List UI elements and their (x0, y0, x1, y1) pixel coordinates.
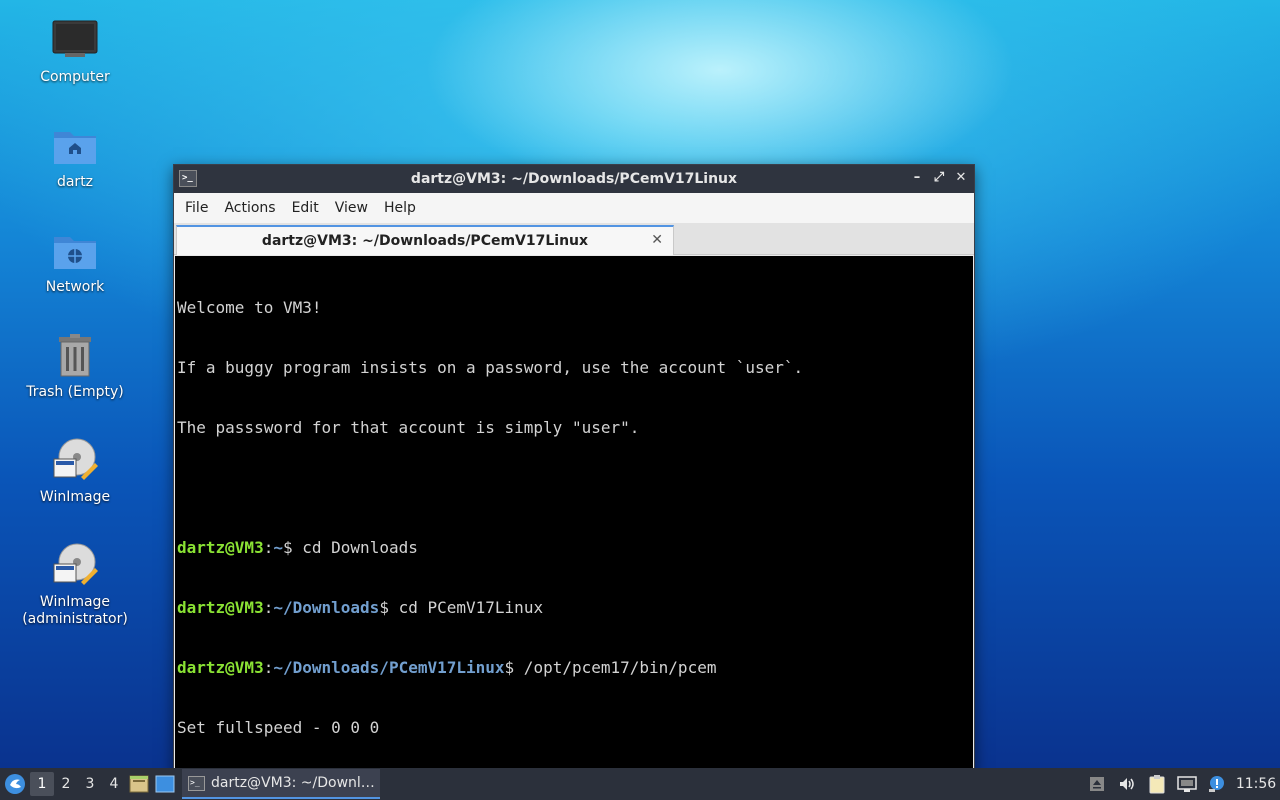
clipboard-icon (1149, 775, 1165, 794)
command-text: /opt/pcem17/bin/pcem (514, 658, 717, 677)
tray-clipboard-button[interactable] (1142, 768, 1172, 800)
clock[interactable]: 11:56 (1232, 776, 1280, 792)
trash-icon (59, 334, 91, 377)
terminal-task-icon: >_ (188, 775, 205, 791)
prompt-user: dartz@VM3 (177, 598, 264, 617)
desktop-icon-trash[interactable]: Trash (Empty) (20, 332, 130, 401)
taskbar: 1 2 3 4 >_ dartz@VM3: ~/Downl… 11:56 (0, 768, 1280, 800)
desktop-icon-label: WinImage (administrator) (22, 594, 128, 627)
file-manager-icon (129, 775, 149, 793)
command-text: cd Downloads (292, 538, 418, 557)
terminal-line: Set fullspeed - 0 0 0 (177, 718, 380, 737)
tab-bar: dartz@VM3: ~/Downloads/PCemV17Linux ✕ (174, 223, 974, 255)
workspace-2[interactable]: 2 (54, 772, 78, 796)
terminal-line: If a buggy program insists on a password… (177, 358, 804, 377)
winimage-admin-icon (53, 543, 98, 585)
prompt-dollar: $ (282, 538, 293, 557)
winimage-icon (53, 438, 98, 480)
tray-updates-button[interactable] (1202, 768, 1232, 800)
close-button[interactable]: ✕ (954, 170, 968, 186)
file-manager-launcher[interactable] (126, 770, 152, 798)
menu-view[interactable]: View (328, 200, 375, 216)
prompt-colon: : (263, 658, 274, 677)
network-folder-icon (54, 237, 96, 269)
tray-network-button[interactable] (1172, 768, 1202, 800)
command-text: cd PCemV17Linux (388, 598, 544, 617)
network-icon (1177, 776, 1197, 792)
desktop-icon-label: dartz (56, 174, 94, 190)
show-desktop-button[interactable] (152, 770, 178, 798)
terminal-tab[interactable]: dartz@VM3: ~/Downloads/PCemV17Linux ✕ (176, 225, 674, 255)
computer-icon (52, 20, 98, 57)
system-tray: 11:56 (1082, 768, 1280, 800)
desktop-icon-label: Trash (Empty) (26, 384, 124, 400)
window-titlebar[interactable]: >_ dartz@VM3: ~/Downloads/PCemV17Linux –… (174, 165, 974, 193)
menu-actions[interactable]: Actions (217, 200, 282, 216)
desktop-icon-winimage-admin[interactable]: WinImage (administrator) (20, 542, 130, 628)
prompt-dollar: $ (379, 598, 389, 617)
desktop-icon-label: Computer (40, 69, 110, 85)
menu-help[interactable]: Help (377, 200, 423, 216)
terminal-command-line: dartz@VM3:~/Downloads/PCemV17Linux$ /opt… (177, 658, 971, 678)
prompt-colon: : (263, 598, 274, 617)
updates-icon (1209, 776, 1224, 792)
menu-bar: File Actions Edit View Help (174, 193, 974, 223)
workspace-3[interactable]: 3 (78, 772, 102, 796)
menu-file[interactable]: File (178, 200, 215, 216)
desktop-icon-network[interactable]: Network (20, 227, 130, 296)
show-desktop-icon (155, 775, 175, 793)
prompt-path: ~/Downloads (273, 598, 380, 617)
terminal-window: >_ dartz@VM3: ~/Downloads/PCemV17Linux –… (173, 164, 975, 774)
prompt-user: dartz@VM3 (177, 658, 264, 677)
terminal-line: Welcome to VM3! (177, 298, 322, 317)
terminal-command-line: dartz@VM3:~$ cd Downloads (177, 538, 971, 558)
workspace-1[interactable]: 1 (30, 772, 54, 796)
task-label: dartz@VM3: ~/Downl… (211, 775, 375, 791)
prompt-user: dartz@VM3 (177, 538, 264, 557)
tab-label: dartz@VM3: ~/Downloads/PCemV17Linux (261, 233, 589, 249)
prompt-dollar: $ (504, 658, 515, 677)
window-controls: – ⤢ ✕ (910, 170, 968, 186)
desktop-icon-winimage[interactable]: WinImage (20, 437, 130, 506)
start-menu-icon (5, 774, 25, 794)
desktop-icon-label: WinImage (39, 489, 111, 505)
terminal-app-icon[interactable]: >_ (179, 170, 197, 187)
volume-icon (1120, 778, 1134, 790)
desktop-icon-computer[interactable]: Computer (20, 17, 130, 86)
terminal-line: The passsword for that account is simply… (177, 418, 640, 437)
window-title: dartz@VM3: ~/Downloads/PCemV17Linux (410, 171, 738, 187)
taskbar-terminal-task[interactable]: >_ dartz@VM3: ~/Downl… (182, 769, 380, 799)
prompt-colon: : (263, 538, 274, 557)
eject-icon (1090, 777, 1104, 791)
desktop-icon-label: Network (45, 279, 105, 295)
workspace-4[interactable]: 4 (102, 772, 126, 796)
desktop-icon-dartz[interactable]: dartz (20, 122, 130, 191)
start-menu-button[interactable] (0, 768, 30, 800)
minimize-button[interactable]: – (910, 170, 924, 186)
home-folder-icon (54, 132, 96, 164)
tab-close-button[interactable]: ✕ (651, 232, 663, 248)
terminal-command-line: dartz@VM3:~/Downloads$ cd PCemV17Linux (177, 598, 971, 618)
maximize-button[interactable]: ⤢ (932, 170, 946, 186)
terminal-output[interactable]: Welcome to VM3! If a buggy program insis… (175, 256, 973, 773)
prompt-path: ~ (273, 538, 283, 557)
tray-volume-button[interactable] (1112, 768, 1142, 800)
menu-edit[interactable]: Edit (285, 200, 326, 216)
prompt-path: ~/Downloads/PCemV17Linux (273, 658, 505, 677)
tray-eject-button[interactable] (1082, 768, 1112, 800)
